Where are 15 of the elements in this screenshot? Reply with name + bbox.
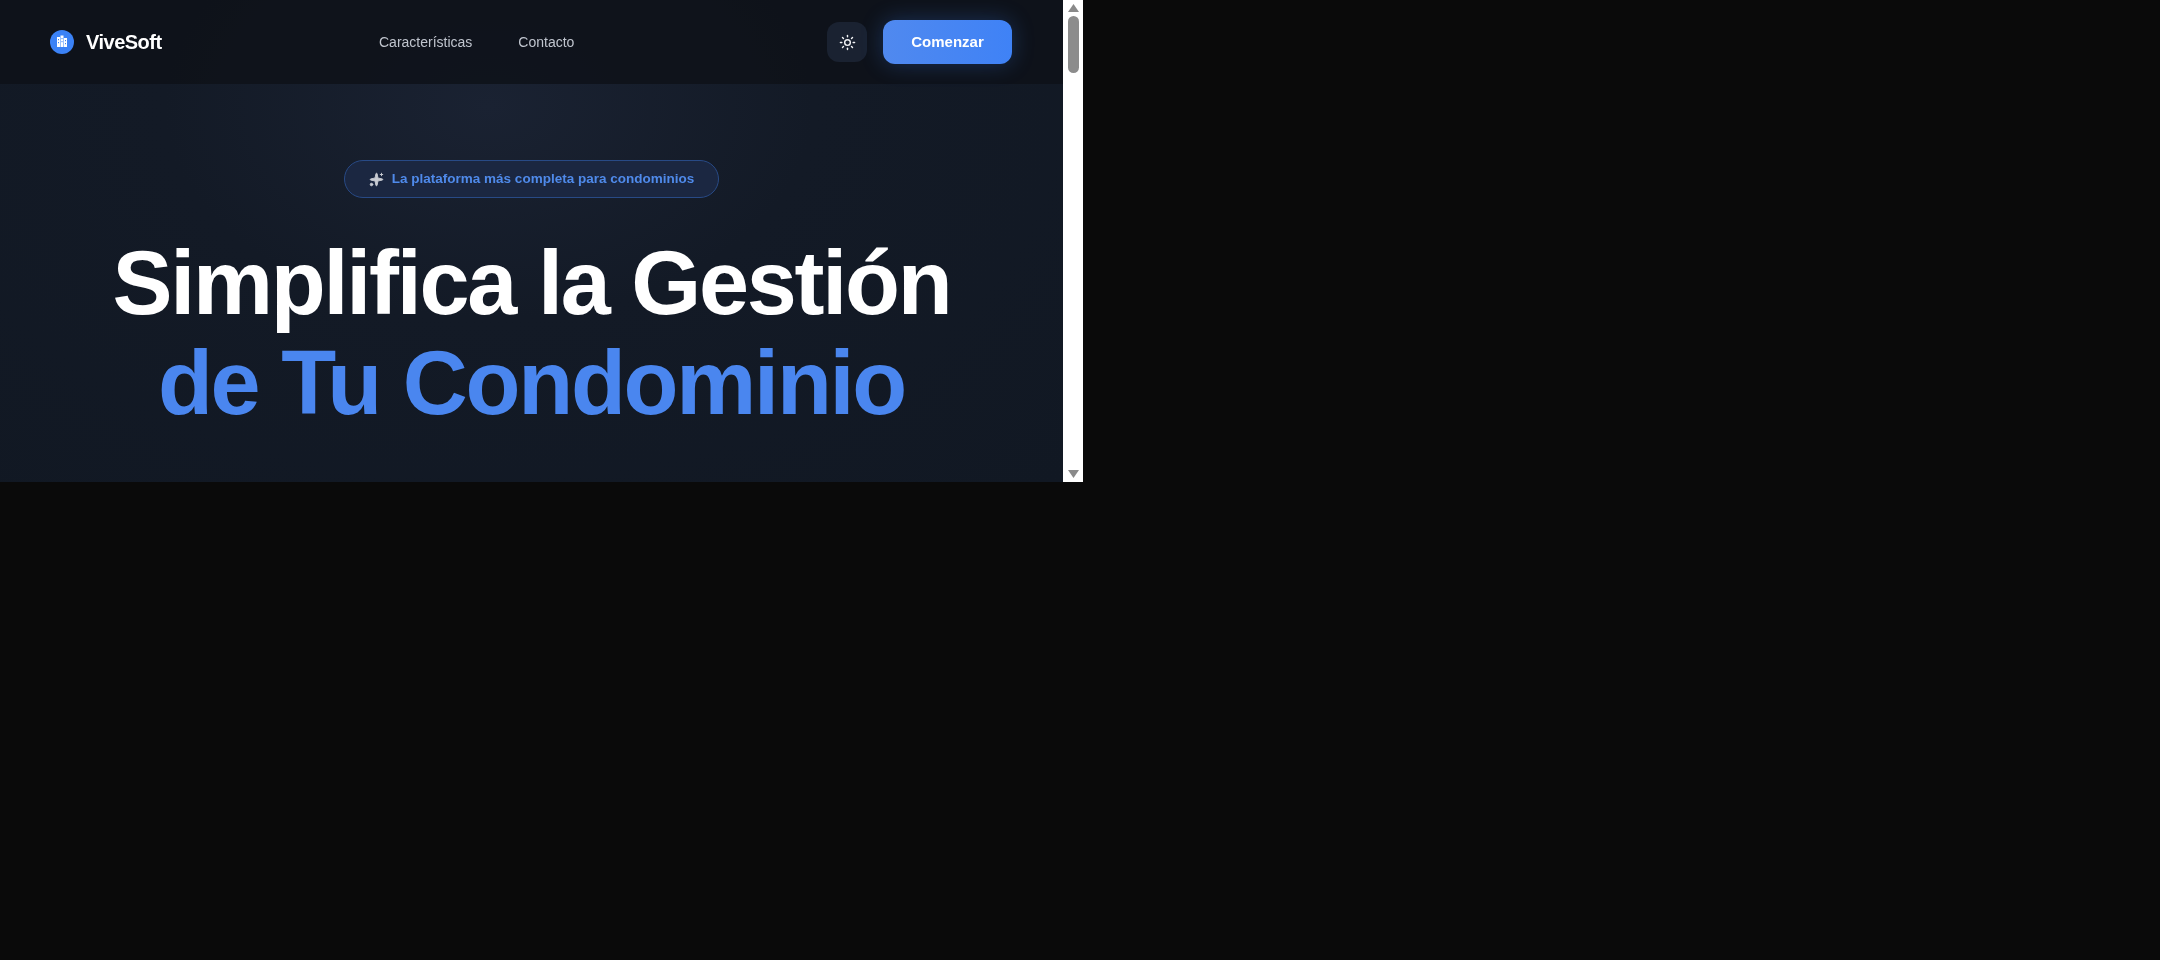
building-logo-icon [50, 30, 74, 54]
sparkles-icon [368, 171, 384, 187]
scrollbar[interactable] [1063, 0, 1083, 482]
hero-title-line: Simplifica la Gestión [112, 233, 951, 333]
brand-name: ViveSoft [86, 30, 162, 55]
get-started-button[interactable]: Comenzar [883, 20, 1012, 64]
scroll-down-arrow-icon[interactable] [1067, 470, 1079, 478]
scroll-up-arrow-icon[interactable] [1067, 4, 1079, 12]
hero-title-highlight: de Tu Condominio [157, 333, 906, 433]
nav-link[interactable]: Características [379, 31, 473, 53]
nav-link[interactable]: Contacto [518, 31, 575, 53]
sun-icon [838, 33, 856, 51]
tagline-text: La plataforma más completa para condominios [391, 169, 695, 188]
scrollbar-thumb[interactable] [1067, 16, 1079, 73]
theme-toggle-button[interactable] [827, 22, 867, 62]
